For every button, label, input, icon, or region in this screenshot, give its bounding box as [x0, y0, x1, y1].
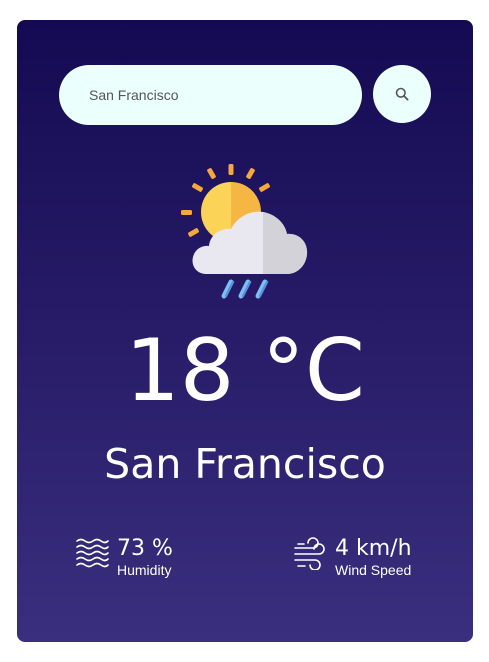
search-input[interactable] [59, 65, 362, 125]
humidity-value: 73 % [117, 536, 173, 561]
search-bar [59, 65, 431, 125]
weather-details: 73 % Humidity 4 km/h Wind Speed [75, 536, 415, 592]
weather-card: 18 °C San Francisco 73 % Humidity [17, 20, 473, 642]
temperature-value: 18 °C [125, 321, 365, 421]
city-name: San Francisco [104, 440, 386, 488]
wind-text: 4 km/h Wind Speed [335, 536, 412, 579]
search-button[interactable] [373, 65, 431, 123]
wind-speed-value: 4 km/h [335, 536, 412, 561]
humidity-detail: 73 % Humidity [75, 536, 173, 579]
wind-detail: 4 km/h Wind Speed [293, 536, 412, 579]
partly-cloudy-rain-icon [177, 158, 313, 302]
wind-speed-label: Wind Speed [335, 562, 412, 579]
wind-icon [293, 536, 327, 571]
humidity-label: Humidity [117, 562, 172, 579]
search-icon [395, 87, 409, 101]
humidity-waves-icon [75, 536, 109, 570]
humidity-text: 73 % Humidity [117, 536, 173, 579]
